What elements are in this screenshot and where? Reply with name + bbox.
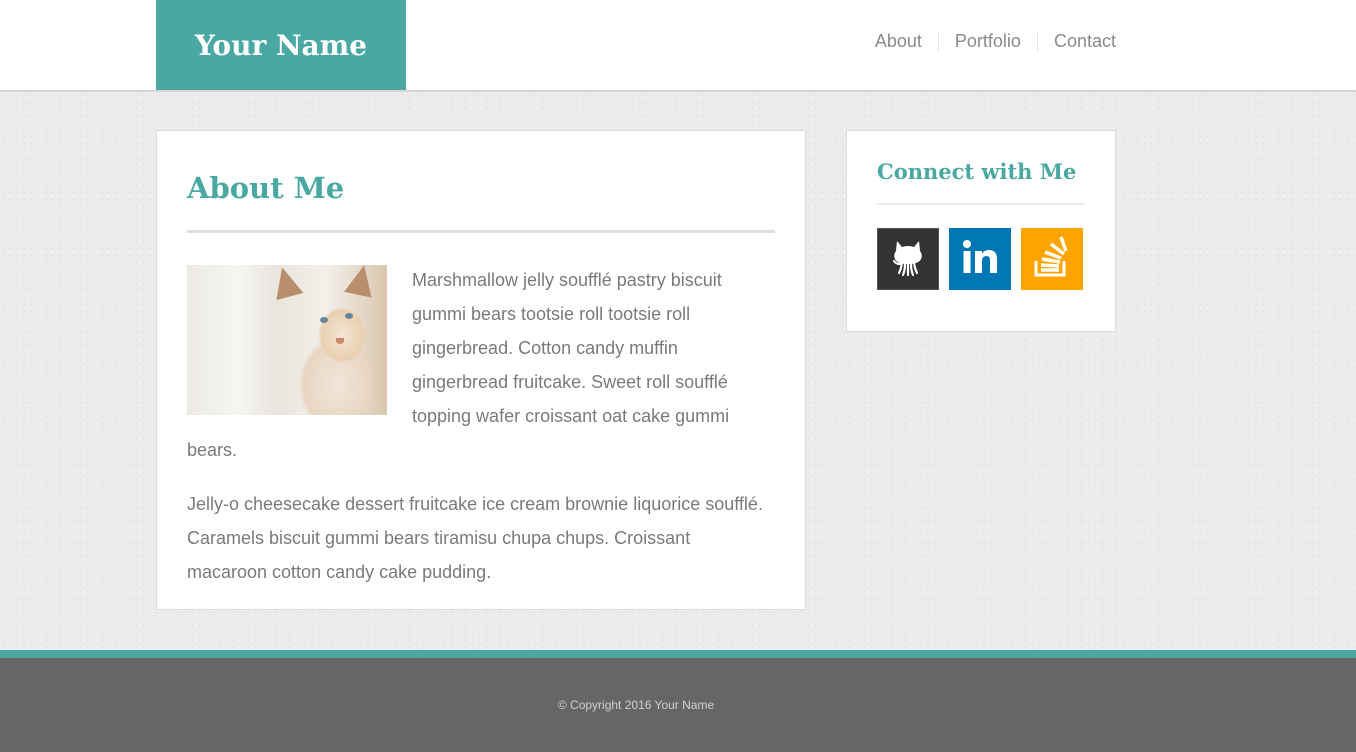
nav-contact[interactable]: Contact xyxy=(1036,31,1116,51)
site-header: Your Name About Portfolio Contact xyxy=(0,0,1356,92)
main-nav: About Portfolio Contact xyxy=(859,31,1116,51)
github-link[interactable] xyxy=(877,228,939,290)
site-footer: © Copyright 2016 Your Name xyxy=(0,658,1356,752)
nav-portfolio[interactable]: Portfolio xyxy=(937,31,1037,51)
connect-title: Connect with Me xyxy=(877,159,1077,184)
copyright-text: © Copyright 2016 Your Name xyxy=(557,698,715,712)
about-content: Marshmallow jelly soufflé pastry biscuit… xyxy=(187,263,775,589)
about-paragraph-2: Jelly-o cheesecake dessert fruitcake ice… xyxy=(187,494,763,582)
divider xyxy=(187,230,775,233)
stackoverflow-link[interactable] xyxy=(1021,228,1083,290)
linkedin-link[interactable] xyxy=(949,228,1011,290)
footer-accent-bar xyxy=(0,650,1356,658)
connect-card: Connect with Me xyxy=(846,130,1116,332)
brand-logo[interactable]: Your Name xyxy=(156,0,406,90)
linkedin-icon xyxy=(962,239,998,279)
nav-about[interactable]: About xyxy=(859,31,938,51)
about-title: About Me xyxy=(187,171,345,205)
social-links xyxy=(877,228,1085,290)
github-icon xyxy=(891,237,925,282)
stackoverflow-icon xyxy=(1032,235,1072,284)
divider xyxy=(877,203,1085,205)
about-card: About Me Marshmallow jelly soufflé pastr… xyxy=(156,130,806,610)
cat-image xyxy=(187,265,387,415)
